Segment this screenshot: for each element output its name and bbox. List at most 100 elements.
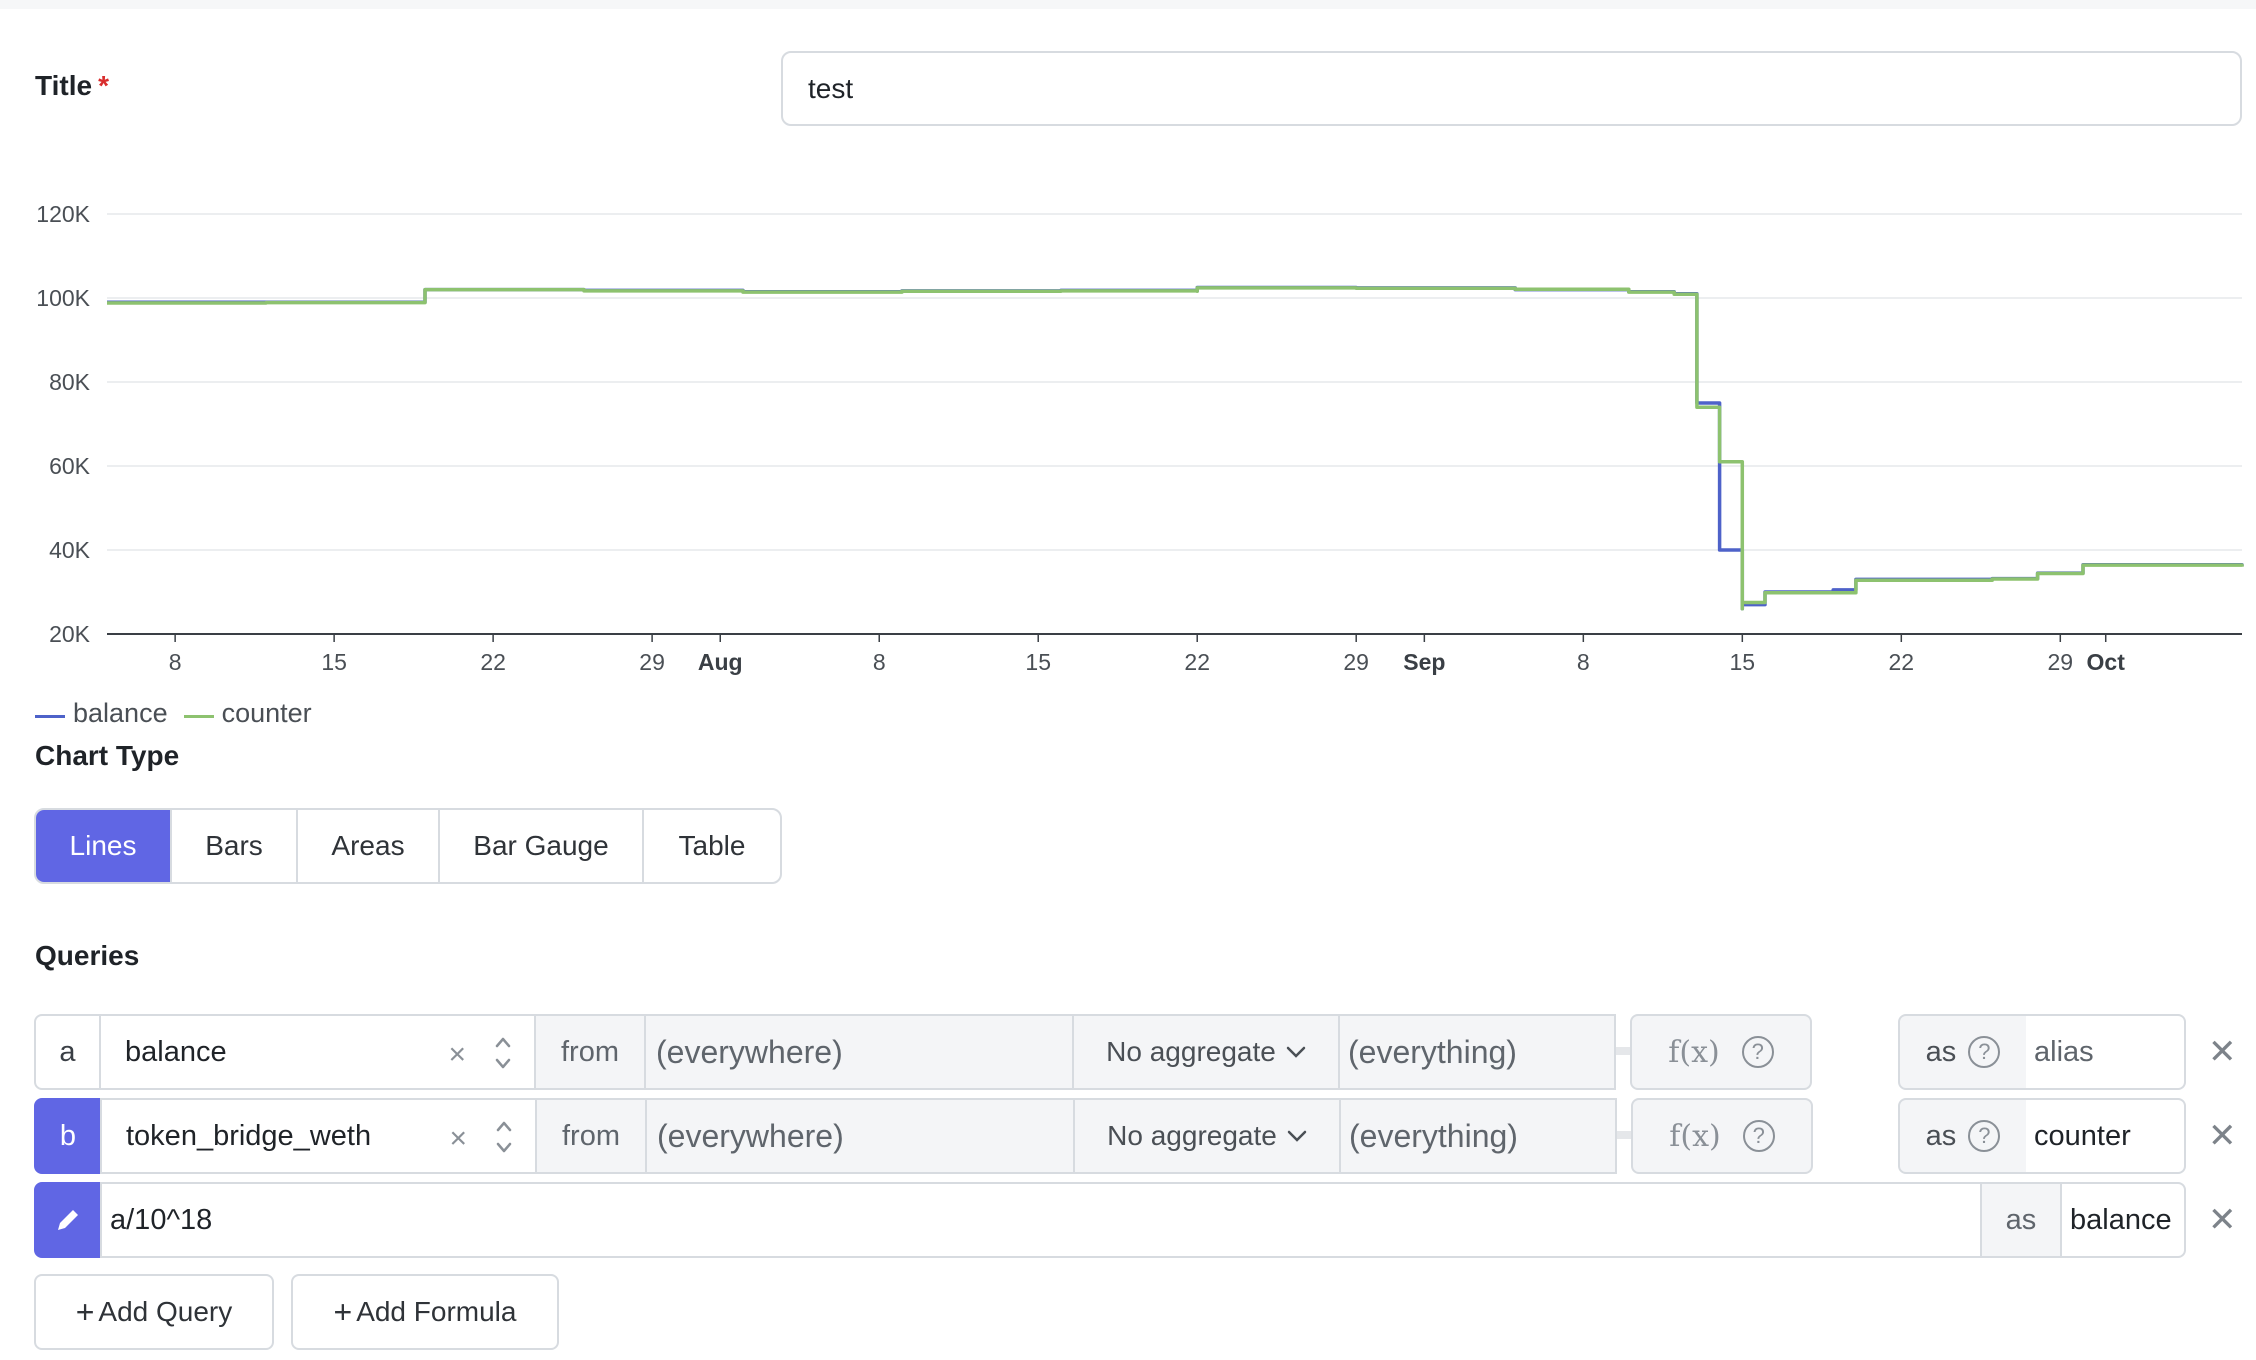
alias-input-a[interactable]: alias — [2026, 1014, 2186, 1090]
group-by-a[interactable]: (everything) — [1338, 1014, 1616, 1090]
y-tick-label: 20K — [49, 621, 91, 647]
x-tick-label: 8 — [169, 649, 182, 675]
fx-label-a: f(x) — [1668, 1034, 1720, 1070]
queries-heading: Queries — [35, 940, 140, 971]
chevron-down-icon — [1286, 1046, 1306, 1058]
clear-icon[interactable]: × — [448, 1038, 466, 1072]
formula-input[interactable]: a/10^18 — [100, 1182, 1982, 1258]
x-tick-label: 22 — [1889, 649, 1915, 675]
chart-type-table-button[interactable]: Table — [644, 810, 780, 882]
remove-query-b-icon[interactable]: ✕ — [2208, 1116, 2237, 1156]
metric-field-a[interactable]: balance × — [99, 1014, 536, 1090]
fx-label-b: f(x) — [1669, 1118, 1721, 1154]
x-tick-label: 22 — [480, 649, 506, 675]
sort-updown-icon[interactable] — [494, 1030, 512, 1076]
help-icon[interactable]: ? — [1741, 1036, 1774, 1068]
plus-icon: + — [333, 1293, 353, 1330]
formula-row: a/10^18 as balance ✕ — [0, 1182, 2256, 1258]
query-row-b: b token_bridge_weth × from (everywhere) … — [0, 1098, 2256, 1174]
clear-icon[interactable]: × — [449, 1122, 467, 1156]
top-strip — [0, 0, 2256, 9]
x-tick-label: 15 — [1025, 649, 1051, 675]
legend-label-balance: balance — [73, 698, 168, 728]
chart-type-heading: Chart Type — [35, 740, 180, 771]
aggregate-value-a: No aggregate — [1106, 1036, 1276, 1067]
query-letter-b[interactable]: b — [34, 1098, 102, 1174]
help-icon[interactable]: ? — [1968, 1036, 2001, 1068]
y-tick-label: 40K — [49, 537, 91, 563]
add-formula-button[interactable]: + Add Formula — [291, 1274, 559, 1350]
remove-formula-icon[interactable]: ✕ — [2208, 1200, 2237, 1240]
x-tick-label: 29 — [2048, 649, 2074, 675]
legend-swatch-balance — [35, 715, 65, 718]
y-tick-label: 80K — [49, 369, 91, 395]
chart-legend: balance counter — [35, 698, 328, 729]
pencil-icon — [58, 1210, 78, 1230]
legend-swatch-counter — [183, 715, 214, 718]
legend-label-counter: counter — [221, 698, 312, 728]
plus-icon: + — [75, 1293, 95, 1330]
x-tick-label: 29 — [1343, 649, 1369, 675]
y-tick-label: 120K — [36, 201, 90, 227]
function-button-a[interactable]: f(x) ? — [1630, 1014, 1812, 1090]
title-input[interactable] — [781, 51, 2242, 126]
function-button-b[interactable]: f(x) ? — [1631, 1098, 1813, 1174]
as-text-a: as — [1925, 1035, 1957, 1068]
line-chart: 120K 100K 80K 60K 40K 20K 8 15 22 29 Aug 8 15 22 29 Se… — [0, 160, 2256, 690]
as-label-b: as ? — [1898, 1098, 2028, 1174]
aggregate-select-a[interactable]: No aggregate — [1072, 1014, 1340, 1090]
add-query-button[interactable]: + Add Query — [34, 1274, 274, 1350]
from-label-b: from — [535, 1098, 647, 1174]
chart-gridlines — [107, 213, 2242, 635]
legend-item-counter[interactable]: counter — [183, 698, 312, 729]
chart-y-ticks: 120K 100K 80K 60K 40K 20K — [36, 201, 90, 647]
chart-type-bar-gauge-button[interactable]: Bar Gauge — [440, 810, 644, 882]
query-letter-a[interactable]: a — [34, 1014, 101, 1090]
x-tick-label: 15 — [321, 649, 347, 675]
formula-alias-input[interactable]: balance — [2060, 1182, 2186, 1258]
x-tick-label: Oct — [2087, 649, 2126, 675]
required-mark: * — [98, 70, 109, 101]
chevron-down-icon — [1287, 1130, 1307, 1142]
metric-name-a: balance — [125, 1035, 227, 1068]
sort-updown-icon[interactable] — [495, 1114, 513, 1160]
series-line-balance — [107, 285, 2244, 611]
from-label-a: from — [534, 1014, 646, 1090]
legend-item-balance[interactable]: balance — [35, 698, 168, 729]
where-filter-b[interactable]: (everywhere) — [645, 1098, 1075, 1174]
aggregate-value-b: No aggregate — [1107, 1120, 1277, 1151]
group-by-b[interactable]: (everything) — [1339, 1098, 1617, 1174]
x-tick-label: 8 — [873, 649, 886, 675]
alias-input-b[interactable]: counter — [2026, 1098, 2186, 1174]
x-tick-label: 15 — [1730, 649, 1756, 675]
formula-as-label: as — [1980, 1182, 2062, 1258]
chart-type-areas-button[interactable]: Areas — [298, 810, 440, 882]
y-tick-label: 100K — [36, 285, 90, 311]
chart-type-bars-button[interactable]: Bars — [172, 810, 298, 882]
x-tick-label: 22 — [1184, 649, 1210, 675]
x-tick-label: Aug — [698, 649, 743, 675]
as-label-a: as ? — [1898, 1014, 2028, 1090]
metric-field-b[interactable]: token_bridge_weth × — [100, 1098, 537, 1174]
title-label-text: Title — [35, 70, 93, 101]
x-tick-label: 8 — [1577, 649, 1590, 675]
add-query-label: Add Query — [98, 1296, 233, 1327]
remove-query-a-icon[interactable]: ✕ — [2208, 1032, 2237, 1072]
y-tick-label: 60K — [49, 453, 91, 479]
series-line-counter — [107, 286, 2244, 611]
chart-svg: 120K 100K 80K 60K 40K 20K 8 15 22 29 Aug 8 15 22 29 Se… — [36, 201, 2244, 675]
x-tick-label: Sep — [1403, 649, 1445, 675]
help-icon[interactable]: ? — [1968, 1120, 2001, 1152]
as-text-b: as — [1925, 1119, 1957, 1152]
chart-x-ticks: 8 15 22 29 Aug 8 15 22 29 Sep 8 15 22 29 Oct — [169, 634, 2125, 675]
formula-marker[interactable] — [34, 1182, 102, 1258]
query-row-a: a balance × from (everywhere) No aggrega… — [0, 1014, 2256, 1090]
add-formula-label: Add Formula — [356, 1296, 517, 1327]
help-icon[interactable]: ? — [1742, 1120, 1775, 1152]
x-tick-label: 29 — [639, 649, 665, 675]
aggregate-select-b[interactable]: No aggregate — [1073, 1098, 1341, 1174]
title-label: Title * — [35, 70, 109, 102]
chart-type-selector: Lines Bars Areas Bar Gauge Table — [34, 808, 782, 884]
chart-type-lines-button[interactable]: Lines — [36, 810, 172, 882]
where-filter-a[interactable]: (everywhere) — [644, 1014, 1074, 1090]
